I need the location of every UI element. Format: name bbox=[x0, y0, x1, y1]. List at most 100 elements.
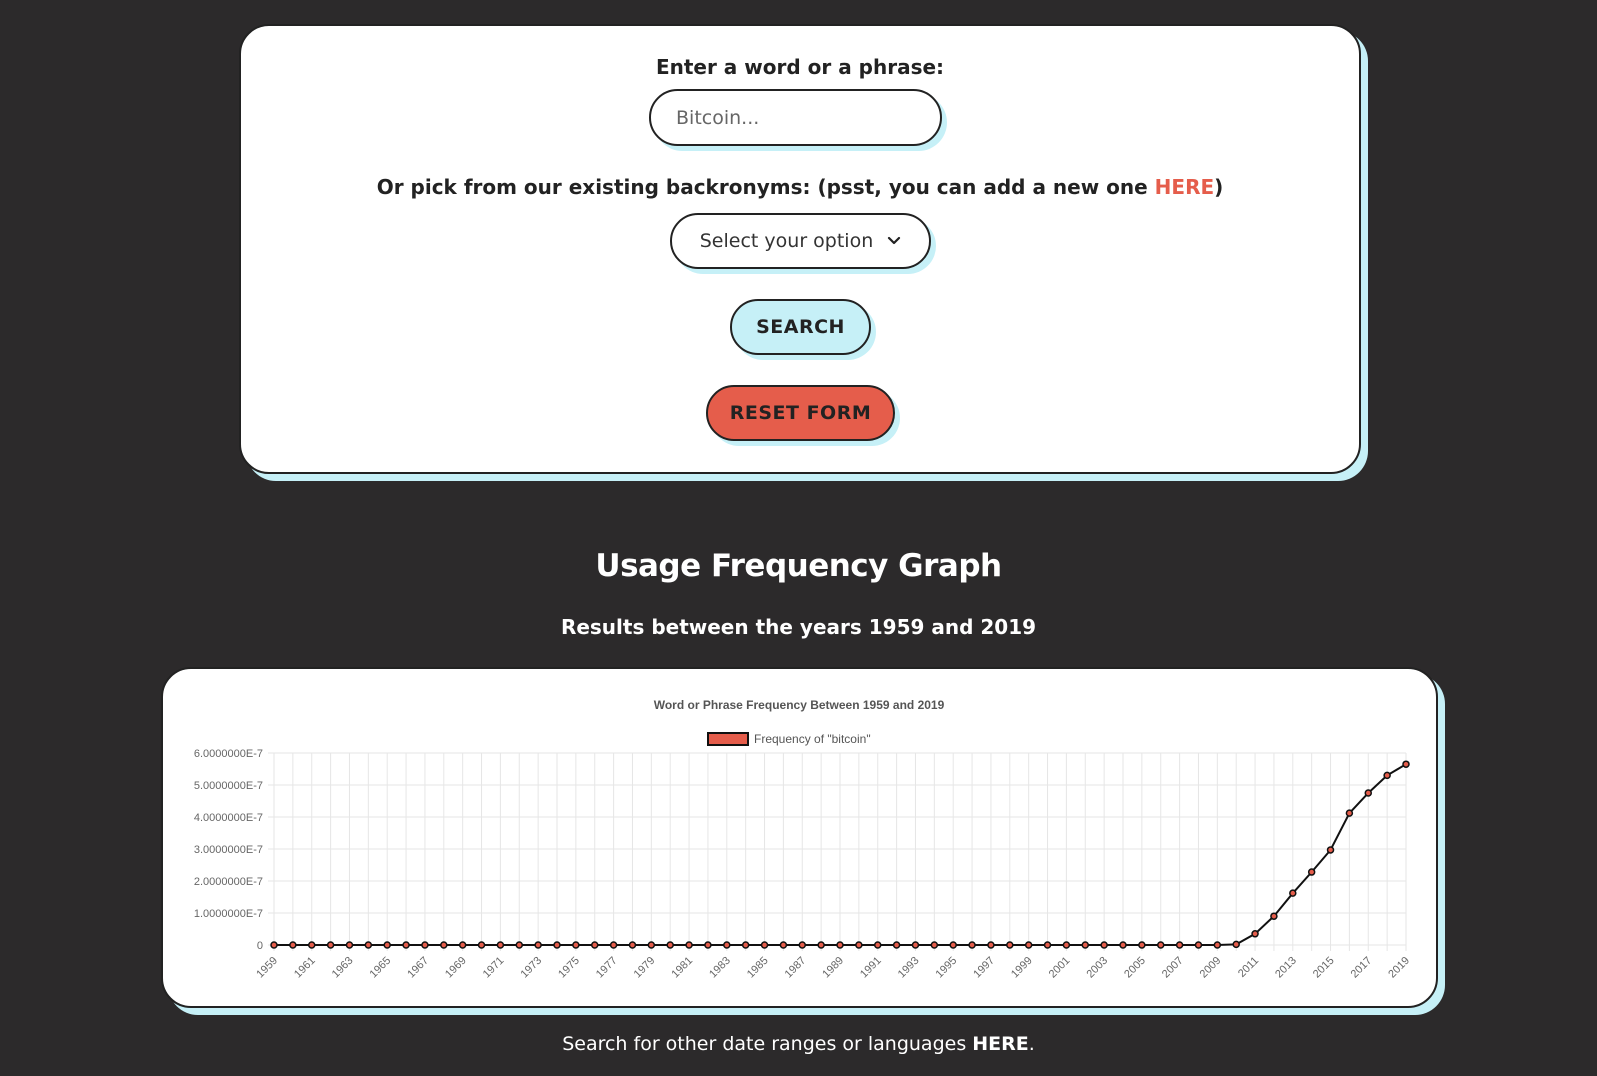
backronym-pick-suffix: ) bbox=[1214, 175, 1224, 199]
y-tick-label: 4.0000000E-7 bbox=[194, 812, 263, 824]
data-point bbox=[685, 941, 693, 949]
backronym-select-value: Select your option bbox=[699, 230, 874, 252]
x-tick-label: 2005 bbox=[1122, 955, 1148, 981]
x-tick-label: 2011 bbox=[1236, 955, 1261, 980]
data-point bbox=[1364, 789, 1373, 797]
graph-section-subtitle: Results between the years 1959 and 2019 bbox=[560, 615, 1037, 639]
y-tick-label: 5.0000000E-7 bbox=[194, 780, 263, 792]
data-point bbox=[1232, 940, 1240, 949]
data-point bbox=[440, 941, 448, 949]
x-tick-label: 1963 bbox=[330, 955, 356, 981]
data-point bbox=[1213, 941, 1222, 949]
other-ranges-link[interactable]: HERE bbox=[972, 1033, 1029, 1055]
legend-swatch bbox=[707, 732, 749, 746]
backronym-select[interactable]: Select your option bbox=[670, 213, 931, 269]
x-tick-label: 1995 bbox=[934, 955, 960, 981]
x-tick-label: 2013 bbox=[1273, 955, 1299, 981]
data-point bbox=[855, 941, 863, 949]
data-point bbox=[307, 941, 316, 949]
data-point bbox=[1251, 930, 1259, 938]
x-tick-label: 1969 bbox=[443, 955, 469, 981]
x-tick-label: 2003 bbox=[1084, 955, 1110, 981]
x-tick-label: 2001 bbox=[1047, 955, 1073, 981]
data-point bbox=[892, 941, 901, 949]
footer-prefix: Search for other date ranges or language… bbox=[562, 1033, 973, 1055]
data-point bbox=[911, 941, 920, 949]
data-point bbox=[1100, 941, 1108, 949]
x-tick-label: 1989 bbox=[820, 955, 846, 981]
backronym-pick-label: Or pick from our existing backronyms: (p… bbox=[241, 175, 1359, 199]
x-tick-label: 1997 bbox=[971, 955, 997, 981]
data-point bbox=[1307, 868, 1316, 876]
data-point bbox=[1156, 941, 1165, 949]
x-tick-label: 1977 bbox=[594, 955, 620, 981]
data-point bbox=[704, 941, 712, 949]
data-point bbox=[1081, 941, 1090, 949]
data-point bbox=[873, 941, 882, 949]
data-point bbox=[666, 941, 674, 949]
data-point bbox=[477, 941, 486, 949]
x-tick-label: 1971 bbox=[481, 955, 507, 981]
add-backronym-link[interactable]: HERE bbox=[1155, 175, 1214, 199]
x-tick-label: 1987 bbox=[783, 955, 809, 981]
y-tick-label: 6.0000000E-7 bbox=[194, 748, 263, 760]
word-input-label: Enter a word or a phrase: bbox=[655, 55, 945, 79]
data-point bbox=[1289, 889, 1297, 897]
x-tick-label: 2007 bbox=[1160, 955, 1186, 981]
x-tick-label: 1985 bbox=[745, 955, 771, 981]
data-point bbox=[1062, 941, 1071, 949]
data-point bbox=[402, 941, 410, 949]
legend-label: Frequency of "bitcoin" bbox=[754, 732, 871, 746]
data-point bbox=[609, 941, 618, 949]
reset-form-button[interactable]: RESET FORM bbox=[706, 385, 895, 441]
data-point bbox=[779, 941, 788, 949]
data-point bbox=[553, 941, 561, 949]
x-tick-label: 2015 bbox=[1311, 955, 1337, 981]
search-button[interactable]: SEARCH bbox=[730, 299, 871, 355]
data-point bbox=[987, 941, 995, 949]
data-point bbox=[326, 941, 335, 949]
x-tick-label: 1965 bbox=[368, 955, 394, 981]
data-point bbox=[289, 941, 297, 949]
data-point bbox=[1402, 760, 1410, 768]
x-tick-label: 1959 bbox=[254, 955, 280, 981]
data-point bbox=[270, 941, 278, 949]
data-point bbox=[383, 941, 391, 949]
x-tick-label: 2019 bbox=[1386, 955, 1412, 981]
data-point bbox=[817, 941, 825, 949]
data-point bbox=[534, 941, 542, 949]
data-point bbox=[1326, 846, 1335, 854]
data-point bbox=[1270, 912, 1278, 920]
x-tick-label: 1967 bbox=[405, 955, 431, 981]
data-point bbox=[968, 941, 976, 949]
backronym-pick-prefix: Or pick from our existing backronyms: (p… bbox=[376, 175, 1155, 199]
data-point bbox=[949, 941, 957, 949]
y-tick-label: 0 bbox=[257, 940, 263, 952]
x-tick-label: 2017 bbox=[1349, 955, 1375, 981]
data-point bbox=[1194, 941, 1203, 949]
data-point bbox=[798, 941, 807, 949]
phrase-input[interactable] bbox=[649, 89, 942, 146]
graph-section-title: Usage Frequency Graph bbox=[595, 548, 1002, 584]
x-tick-label: 1991 bbox=[858, 955, 884, 981]
data-point bbox=[647, 941, 656, 949]
data-point bbox=[345, 941, 354, 949]
x-tick-label: 1979 bbox=[632, 955, 658, 981]
y-tick-label: 3.0000000E-7 bbox=[194, 844, 263, 856]
chevron-down-icon bbox=[888, 236, 901, 245]
chart-card: Word or Phrase Frequency Between 1959 an… bbox=[161, 667, 1438, 1008]
data-point bbox=[1024, 941, 1033, 949]
data-point bbox=[458, 941, 467, 949]
data-point bbox=[572, 941, 580, 949]
data-point bbox=[1043, 941, 1052, 949]
frequency-line-chart: Word or Phrase Frequency Between 1959 an… bbox=[194, 698, 1412, 981]
x-tick-label: 1975 bbox=[556, 955, 582, 981]
data-point bbox=[741, 941, 750, 949]
data-point bbox=[760, 941, 769, 949]
data-point bbox=[723, 941, 731, 949]
y-tick-label: 2.0000000E-7 bbox=[194, 876, 263, 888]
x-tick-label: 1993 bbox=[896, 955, 922, 981]
x-tick-label: 1983 bbox=[707, 955, 733, 981]
footer-suffix: . bbox=[1028, 1033, 1035, 1055]
data-point bbox=[628, 941, 637, 949]
